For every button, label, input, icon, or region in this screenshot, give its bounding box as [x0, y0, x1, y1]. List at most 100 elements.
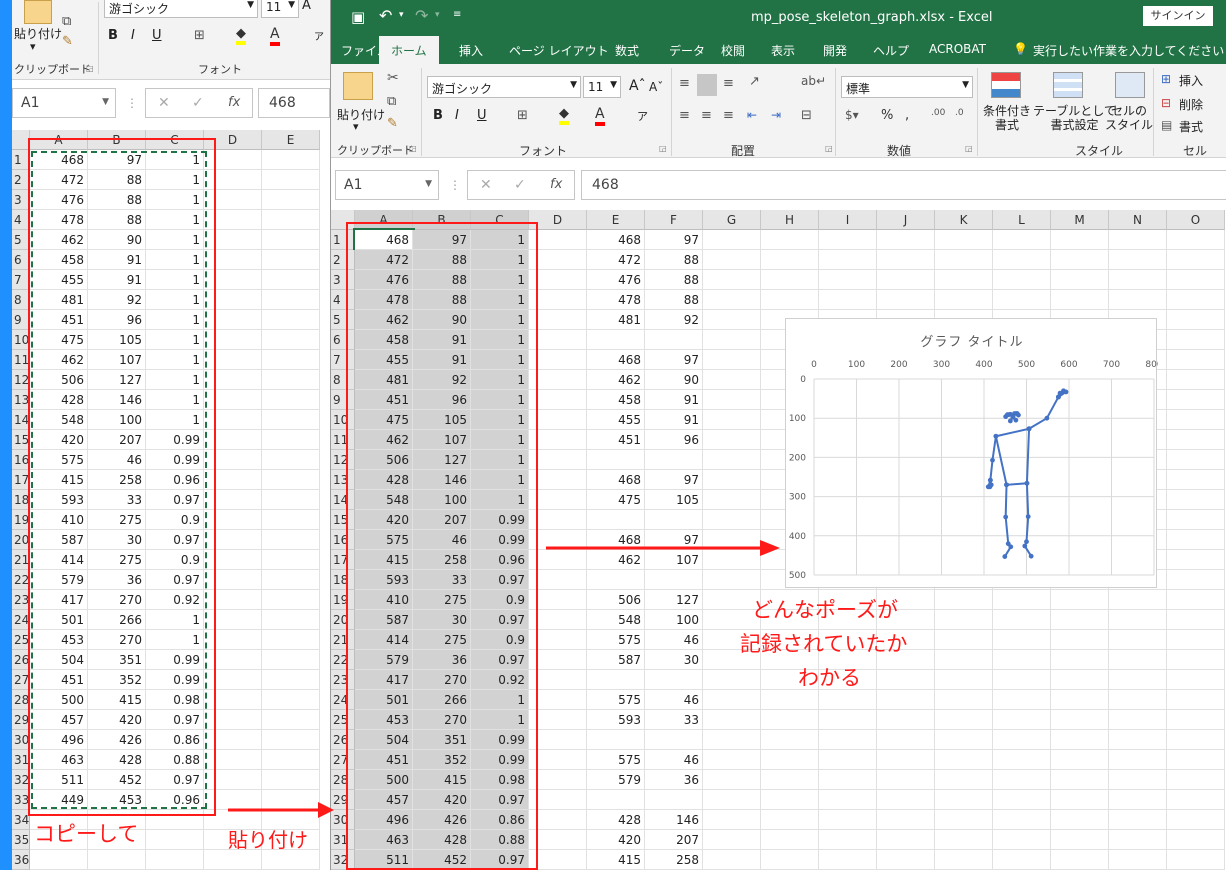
format-painter-icon[interactable]: ✎: [62, 34, 73, 49]
table-cell[interactable]: [1051, 290, 1109, 310]
table-cell[interactable]: [587, 730, 645, 750]
table-cell[interactable]: [993, 670, 1051, 690]
table-cell[interactable]: [935, 630, 993, 650]
table-cell[interactable]: [1167, 330, 1225, 350]
table-cell[interactable]: [262, 210, 320, 230]
table-cell[interactable]: [1167, 530, 1225, 550]
table-cell[interactable]: [935, 650, 993, 670]
table-cell[interactable]: [703, 790, 761, 810]
percent-icon[interactable]: %: [881, 108, 893, 123]
table-cell[interactable]: [1051, 270, 1109, 290]
italic-icon[interactable]: I: [131, 28, 135, 43]
table-cell[interactable]: 46: [645, 630, 703, 650]
table-cell[interactable]: 46: [645, 690, 703, 710]
table-cell[interactable]: [1109, 270, 1167, 290]
table-cell[interactable]: [262, 450, 320, 470]
table-cell[interactable]: [993, 770, 1051, 790]
table-cell[interactable]: [262, 270, 320, 290]
paste-icon[interactable]: [24, 0, 52, 24]
table-cell[interactable]: 88: [645, 250, 703, 270]
table-cell[interactable]: [703, 290, 761, 310]
table-cell[interactable]: [30, 850, 88, 870]
bold-icon[interactable]: B: [433, 108, 443, 123]
table-cell[interactable]: [1109, 690, 1167, 710]
table-cell[interactable]: 455: [587, 410, 645, 430]
font-color-icon[interactable]: A: [595, 106, 605, 126]
copy-icon[interactable]: ⧉: [62, 14, 71, 29]
table-cell[interactable]: [703, 850, 761, 870]
table-cell[interactable]: [1109, 790, 1167, 810]
table-cell[interactable]: 451: [587, 430, 645, 450]
dialog-launcher-icon[interactable]: ◲: [825, 144, 833, 153]
table-cell[interactable]: [645, 670, 703, 690]
table-cell[interactable]: [993, 750, 1051, 770]
table-cell[interactable]: 476: [587, 270, 645, 290]
column-header[interactable]: E: [262, 130, 320, 150]
table-cell[interactable]: [935, 710, 993, 730]
table-cell[interactable]: [935, 830, 993, 850]
table-cell[interactable]: [993, 730, 1051, 750]
copy-icon[interactable]: ⧉: [387, 94, 396, 109]
wrap-text-icon[interactable]: ab↵: [801, 74, 826, 88]
table-cell[interactable]: [877, 830, 935, 850]
table-cell[interactable]: 478: [587, 290, 645, 310]
table-cell[interactable]: [262, 710, 320, 730]
table-cell[interactable]: [587, 510, 645, 530]
table-cell[interactable]: [1109, 730, 1167, 750]
underline-icon[interactable]: U: [152, 28, 162, 43]
table-cell[interactable]: [1109, 650, 1167, 670]
phonetic-icon[interactable]: ア: [314, 28, 324, 43]
font-size-combo[interactable]: 11 ▼: [261, 0, 299, 18]
row-header[interactable]: 35: [12, 830, 30, 850]
bold-icon[interactable]: B: [108, 28, 118, 43]
table-cell[interactable]: [645, 510, 703, 530]
table-cell[interactable]: [761, 750, 819, 770]
table-cell[interactable]: [1109, 830, 1167, 850]
table-cell[interactable]: [88, 850, 146, 870]
table-cell[interactable]: [262, 730, 320, 750]
table-cell[interactable]: [935, 730, 993, 750]
table-cell[interactable]: [877, 790, 935, 810]
table-cell[interactable]: [819, 770, 877, 790]
table-cell[interactable]: [587, 670, 645, 690]
table-cell[interactable]: [877, 270, 935, 290]
table-cell[interactable]: [703, 710, 761, 730]
merge-icon[interactable]: ⊟: [801, 108, 812, 123]
phonetic-icon[interactable]: ア: [637, 108, 648, 124]
table-cell[interactable]: [1167, 470, 1225, 490]
table-cell[interactable]: [819, 830, 877, 850]
table-cell[interactable]: [993, 610, 1051, 630]
cut-icon[interactable]: ✂: [387, 70, 399, 86]
table-cell[interactable]: [819, 810, 877, 830]
customize-qat-icon[interactable]: ≡: [453, 9, 461, 20]
table-cell[interactable]: 548: [587, 610, 645, 630]
table-cell[interactable]: [587, 790, 645, 810]
border-icon[interactable]: ⊞: [517, 108, 528, 123]
table-cell[interactable]: [1167, 610, 1225, 630]
table-cell[interactable]: [761, 790, 819, 810]
row-header[interactable]: 36: [12, 850, 30, 870]
table-cell[interactable]: [877, 850, 935, 870]
font-size-combo[interactable]: 11 ▼: [583, 76, 621, 98]
table-cell[interactable]: [819, 270, 877, 290]
insert-cells-icon[interactable]: ⊞: [1161, 72, 1171, 86]
increase-indent-icon[interactable]: ⇥: [771, 108, 781, 122]
table-cell[interactable]: [1167, 230, 1225, 250]
table-cell[interactable]: [877, 730, 935, 750]
table-cell[interactable]: [703, 410, 761, 430]
table-cell[interactable]: 88: [645, 270, 703, 290]
table-cell[interactable]: 420: [587, 830, 645, 850]
table-cell[interactable]: [204, 850, 262, 870]
table-cell[interactable]: [993, 250, 1051, 270]
table-cell[interactable]: [877, 770, 935, 790]
table-cell[interactable]: [935, 230, 993, 250]
dialog-launcher-icon[interactable]: ◲: [86, 64, 94, 73]
table-cell[interactable]: [1167, 410, 1225, 430]
chevron-down-icon[interactable]: ▾: [353, 120, 359, 133]
table-cell[interactable]: [703, 370, 761, 390]
table-cell[interactable]: [703, 390, 761, 410]
table-cell[interactable]: [262, 490, 320, 510]
table-cell[interactable]: [587, 450, 645, 470]
table-cell[interactable]: [935, 770, 993, 790]
font-name-combo[interactable]: 游ゴシック ▼: [427, 76, 581, 98]
